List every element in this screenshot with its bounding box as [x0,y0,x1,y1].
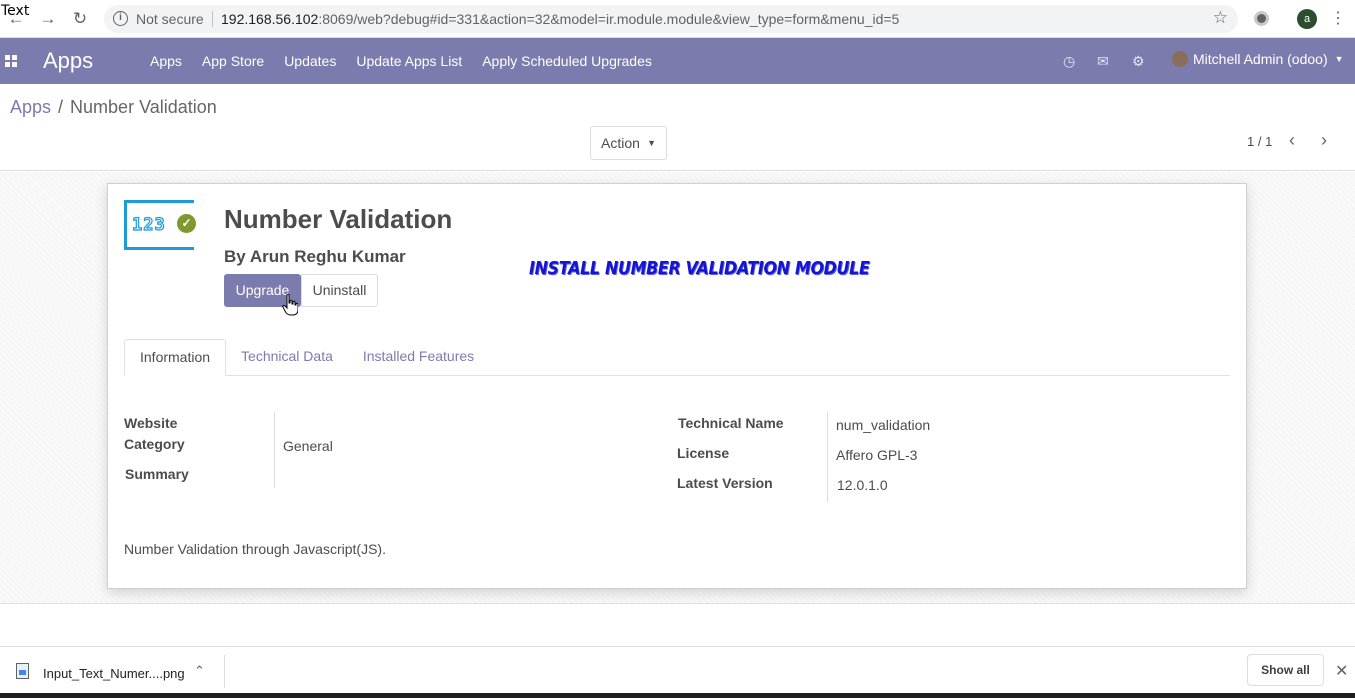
debug-bug-icon[interactable]: ⚙ [1132,53,1145,70]
user-menu[interactable]: Mitchell Admin (odoo) ▼ [1172,51,1344,67]
hand-cursor-icon [282,294,298,316]
latest-version-label: Latest Version [677,475,773,491]
tab-installed-features[interactable]: Installed Features [348,339,489,375]
annotation-text: INSTALL NUMBER VALIDATION MODULE [529,258,870,279]
bookmark-star-icon[interactable]: ☆ [1213,8,1228,28]
module-description: Number Validation through Javascript(JS)… [124,541,386,557]
form-view-background: 123 ✓ Number Validation By Arun Reghu Ku… [0,172,1355,604]
download-divider [224,655,225,688]
close-icon[interactable]: ✕ [1335,661,1348,681]
action-label: Action [601,135,640,151]
url-host: 192.168.56.102 [221,11,319,27]
uninstall-button[interactable]: Uninstall [301,274,378,307]
category-label: Category [124,436,185,452]
user-name: Mitchell Admin (odoo) [1193,51,1328,67]
chevron-up-icon[interactable]: ⌃ [194,663,205,679]
breadcrumb: Apps / Number Validation [10,97,217,118]
breadcrumb-current: Number Validation [70,97,217,117]
taskbar-strip [0,693,1355,698]
pager-next-icon[interactable]: › [1321,130,1327,151]
discuss-chat-icon[interactable]: ✉ [1097,53,1109,70]
module-icon: 123 ✓ [124,200,196,250]
forward-icon[interactable]: → [38,9,58,29]
menu-item-update-apps-list[interactable]: Update Apps List [346,38,472,84]
menu-item-apps[interactable]: Apps [140,38,192,84]
caret-down-icon: ▼ [647,138,656,148]
show-all-button[interactable]: Show all [1247,654,1324,686]
module-title: Number Validation [224,204,453,234]
action-dropdown-button[interactable]: Action ▼ [590,126,667,160]
url-text[interactable]: 192.168.56.102:8069/web?debug#id=331&act… [221,11,899,27]
module-author: By Arun Reghu Kumar [224,247,406,266]
url-path: :8069/web?debug#id=331&action=32&model=i… [318,11,900,27]
overlay-text: Text [1,3,30,19]
reload-icon[interactable]: ↻ [70,9,90,29]
tab-technical-data[interactable]: Technical Data [226,339,348,375]
summary-label: Summary [125,466,189,482]
tab-information[interactable]: Information [124,339,227,376]
user-avatar [1172,51,1188,67]
pager-value[interactable]: 1 / 1 [1247,134,1272,149]
top-menu: Apps App Store Updates Update Apps List … [140,38,662,84]
module-icon-digits: 123 [131,214,166,235]
address-separator [212,11,213,27]
license-label: License [677,445,730,461]
profile-avatar[interactable]: a [1297,9,1317,29]
not-secure-label: Not secure [136,11,204,27]
pager-previous-icon[interactable]: ‹ [1289,130,1295,151]
check-icon: ✓ [177,214,196,233]
technical-name-label: Technical Name [678,415,784,431]
left-group-divider [274,412,275,488]
breadcrumb-apps[interactable]: Apps [10,97,51,117]
browser-menu-icon[interactable]: ⋮ [1330,9,1346,29]
notebook-tabs: Information Technical Data Installed Fea… [124,339,1230,376]
download-file-name[interactable]: Input_Text_Numer....png [43,666,185,681]
breadcrumb-separator: / [58,97,64,117]
form-sheet: 123 ✓ Number Validation By Arun Reghu Ku… [107,183,1247,589]
technical-name-value: num_validation [836,417,931,433]
menu-item-app-store[interactable]: App Store [192,38,274,84]
chevron-down-icon: ▼ [1334,54,1344,64]
website-label: Website [124,415,178,431]
control-panel: Apps / Number Validation Action ▼ 1 / 1 ‹ … [0,84,1355,171]
browser-toolbar: ← Text → ↻ i Not secure 192.168.56.102:8… [0,0,1355,38]
right-group-divider [827,412,828,502]
menu-item-updates[interactable]: Updates [274,38,346,84]
download-bar: Input_Text_Numer....png ⌃ Show all ✕ [0,646,1355,698]
category-value[interactable]: General [283,438,333,454]
extension-icon[interactable] [1254,11,1269,26]
image-file-icon [16,663,29,679]
app-brand[interactable]: Apps [43,48,93,74]
activity-clock-icon[interactable]: ◷ [1063,53,1075,70]
apps-grid-icon[interactable] [5,55,17,67]
address-bar[interactable]: i Not secure 192.168.56.102:8069/web?deb… [104,5,1238,33]
license-value: Affero GPL-3 [836,447,918,463]
info-icon[interactable]: i [113,11,128,26]
main-navbar: Apps Apps App Store Updates Update Apps … [0,38,1355,84]
menu-item-apply-scheduled-upgrades[interactable]: Apply Scheduled Upgrades [472,38,662,84]
latest-version-value: 12.0.1.0 [837,477,888,493]
